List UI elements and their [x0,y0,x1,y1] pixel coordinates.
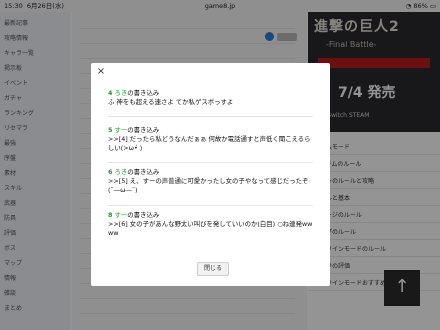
post-divider [108,162,313,163]
post-suffix: の書き込み [127,168,160,176]
post-header: 8 すーの書き込み [108,211,313,220]
post-item: 6 ろきの書き込み >>[5] え、すーの声普通に可愛かったし女の子やなって感じ… [108,168,313,195]
post-author[interactable]: ろき [115,89,128,97]
post-item: 5 すーの書き込み >>[4] だったら私どうなんだぁぁ 何故か電話通すと声低く… [108,126,313,153]
post-body: >>[5] え、すーの声普通に可愛かったし女の子やなって感じだったぞ(¯―ω―¯… [108,177,309,194]
post-author[interactable]: すー [115,126,128,134]
post-item: 8 すーの書き込み >>[6] 女の子があんな野太い叫びを発していいのか(白目)… [108,211,313,238]
post-author[interactable]: ろき [115,168,128,176]
post-header: 5 すーの書き込み [108,126,313,135]
post-number[interactable]: 8 [108,211,112,219]
close-icon[interactable]: × [95,66,107,78]
post-number[interactable]: 5 [108,126,112,134]
post-body: ふ 神をも超える速さよ てか私ゲスボっすよ [108,98,234,106]
post-suffix: の書き込み [127,89,160,97]
post-divider [108,205,313,206]
post-body: >>[4] だったら私どうなんだぁぁ 何故か電話通すと声低く聞こえるらしい(>ω… [108,135,311,152]
post-header: 4 ろきの書き込み [108,89,313,98]
comment-modal: × 4 ろきの書き込み ふ 神をも超える速さよ てか私ゲスボっすよ 5 すーの書… [91,63,330,286]
post-body: >>[6] 女の子があんな野太い叫びを発していいのか(白目) ○ね連発wwww [108,220,313,237]
close-button[interactable]: 閉じる [197,262,229,276]
post-item: 4 ろきの書き込み ふ 神をも超える速さよ てか私ゲスボっすよ [108,89,313,107]
post-suffix: の書き込み [127,126,160,134]
post-divider [108,116,313,117]
post-number[interactable]: 4 [108,89,112,97]
post-number[interactable]: 6 [108,168,112,176]
post-header: 6 ろきの書き込み [108,168,313,177]
post-author[interactable]: すー [115,211,128,219]
post-suffix: の書き込み [127,211,160,219]
